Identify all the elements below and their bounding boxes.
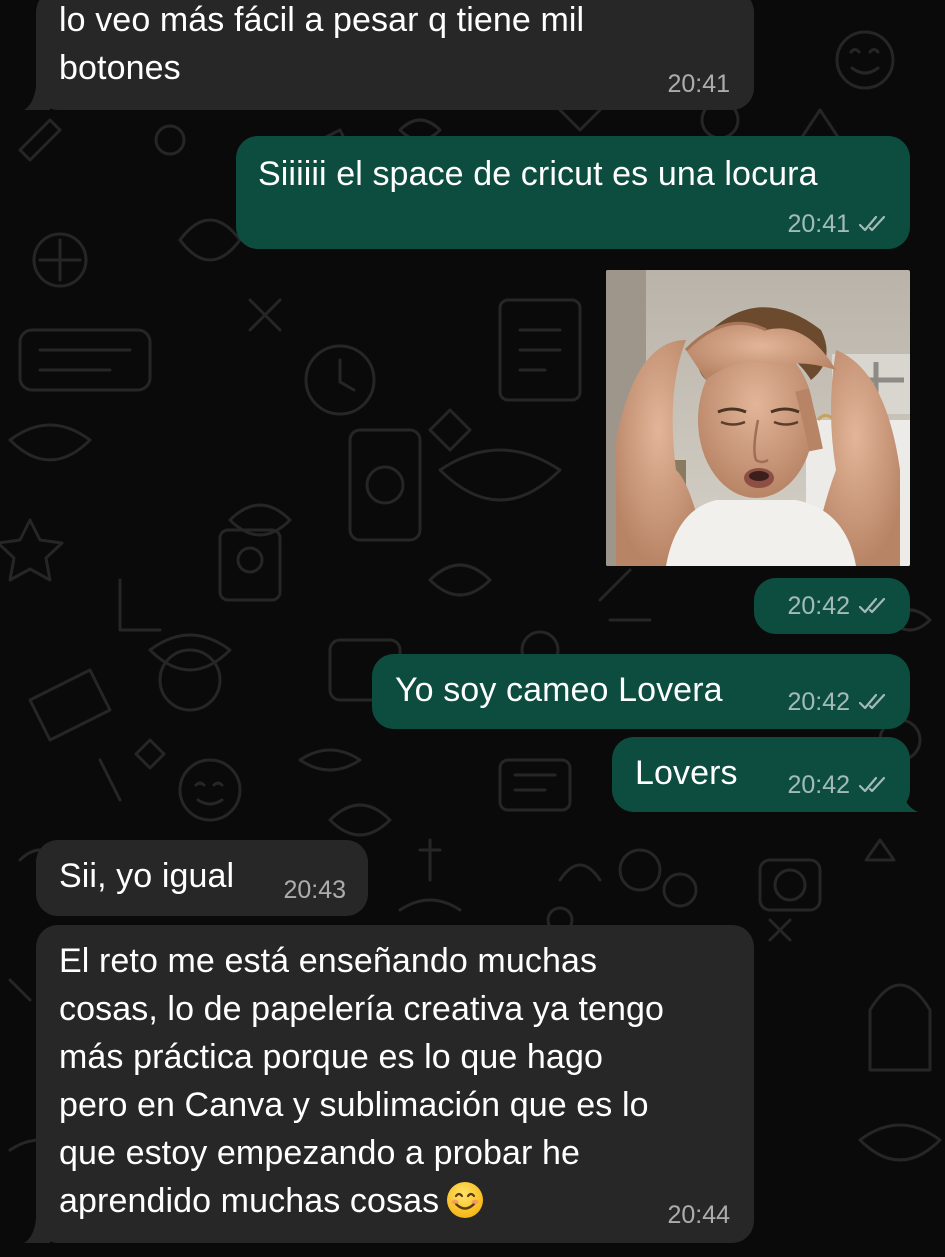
double-check-read-icon [858, 597, 886, 614]
message-bubble-incoming[interactable]: lo veo más fácil a pesar q tiene mil bot… [36, 0, 754, 110]
message-timestamp: 20:41 [667, 70, 730, 98]
message-text: Sii, yo igual [59, 857, 235, 895]
message-text: Lovers [635, 754, 738, 792]
bubble-tail-icon [24, 1219, 50, 1243]
double-check-read-icon [858, 215, 886, 232]
message-text: Siiiiii el space de cricut es una locura [258, 155, 818, 193]
message-bubble-outgoing[interactable]: Yo soy cameo Lovera 20:42 [372, 654, 910, 729]
message-timestamp: 20:42 [787, 771, 888, 799]
message-text: El reto me está enseñando muchas cosas, … [59, 937, 739, 1225]
message-timestamp: 20:43 [283, 876, 346, 904]
message-text: lo veo más fácil a pesar q tiene mil bot… [59, 1, 585, 87]
message-bubble-outgoing[interactable]: Siiiiii el space de cricut es una locura… [236, 136, 910, 249]
image-message-footer[interactable]: 20:42 [754, 578, 910, 634]
image-message-photo[interactable] [606, 270, 910, 566]
bubble-tail-icon [888, 788, 918, 812]
bubble-tail-icon [24, 86, 50, 110]
message-timestamp: 20:41 [787, 210, 888, 238]
message-text-body: El reto me está enseñando muchas cosas, … [59, 942, 665, 1220]
message-text: Yo soy cameo Lovera [395, 671, 723, 709]
message-timestamp: 20:44 [667, 1201, 730, 1229]
message-bubble-incoming[interactable]: Sii, yo igual 20:43 [36, 840, 368, 916]
message-timestamp: 20:42 [787, 688, 888, 716]
smiling-face-icon [447, 1182, 484, 1218]
message-bubble-outgoing[interactable]: Lovers 20:42 [612, 737, 910, 812]
message-timestamp: 20:42 [787, 592, 888, 620]
message-bubble-incoming[interactable]: El reto me está enseñando muchas cosas, … [36, 925, 754, 1243]
photo-man-hands-on-head-icon [606, 270, 910, 566]
chat-window: lo veo más fácil a pesar q tiene mil bot… [0, 0, 945, 1257]
double-check-read-icon [858, 693, 886, 710]
double-check-read-icon [858, 776, 886, 793]
